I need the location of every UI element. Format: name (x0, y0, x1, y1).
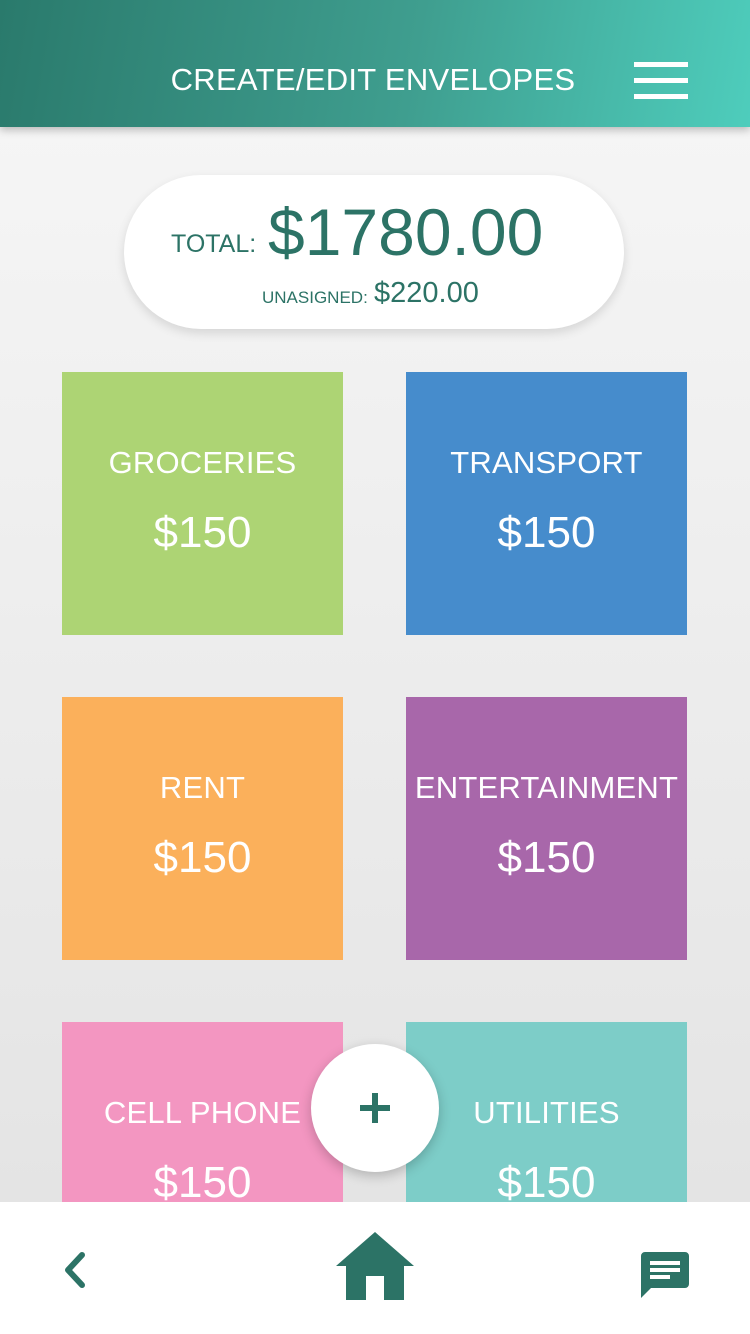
home-icon[interactable] (336, 1232, 414, 1300)
envelope-name: RENT (159, 770, 246, 805)
app-header: CREATE/EDIT ENVELOPES (0, 0, 750, 127)
envelope-tile-groceries[interactable]: GROCERIES $150 (62, 372, 343, 635)
envelope-name: TRANSPORT (450, 445, 643, 480)
plus-icon (360, 1093, 390, 1123)
envelope-amount: $150 (153, 1158, 252, 1207)
unassigned-label: UNASIGNED: (262, 288, 368, 307)
envelope-amount: $150 (497, 1158, 596, 1207)
chevron-left-icon[interactable] (60, 1250, 90, 1290)
add-envelope-button[interactable] (311, 1044, 439, 1172)
envelope-amount: $150 (497, 508, 596, 557)
envelope-amount: $150 (497, 833, 596, 882)
total-label: TOTAL: (171, 230, 257, 258)
envelope-tile-transport[interactable]: TRANSPORT $150 (406, 372, 687, 635)
envelope-name: ENTERTAINMENT (414, 770, 679, 805)
envelope-amount: $150 (153, 508, 252, 557)
envelope-tile-entertainment[interactable]: ENTERTAINMENT $150 (406, 697, 687, 960)
unassigned-amount: $220.00 (374, 277, 479, 309)
hamburger-menu-icon[interactable] (634, 62, 688, 100)
envelope-tile-rent[interactable]: RENT $150 (62, 697, 343, 960)
chat-icon[interactable] (641, 1252, 689, 1298)
envelope-name: GROCERIES (108, 445, 297, 480)
envelope-amount: $150 (153, 833, 252, 882)
total-amount: $1780.00 (268, 195, 544, 269)
envelope-name: UTILITIES (473, 1095, 620, 1130)
envelope-name: CELL PHONE (103, 1095, 302, 1130)
